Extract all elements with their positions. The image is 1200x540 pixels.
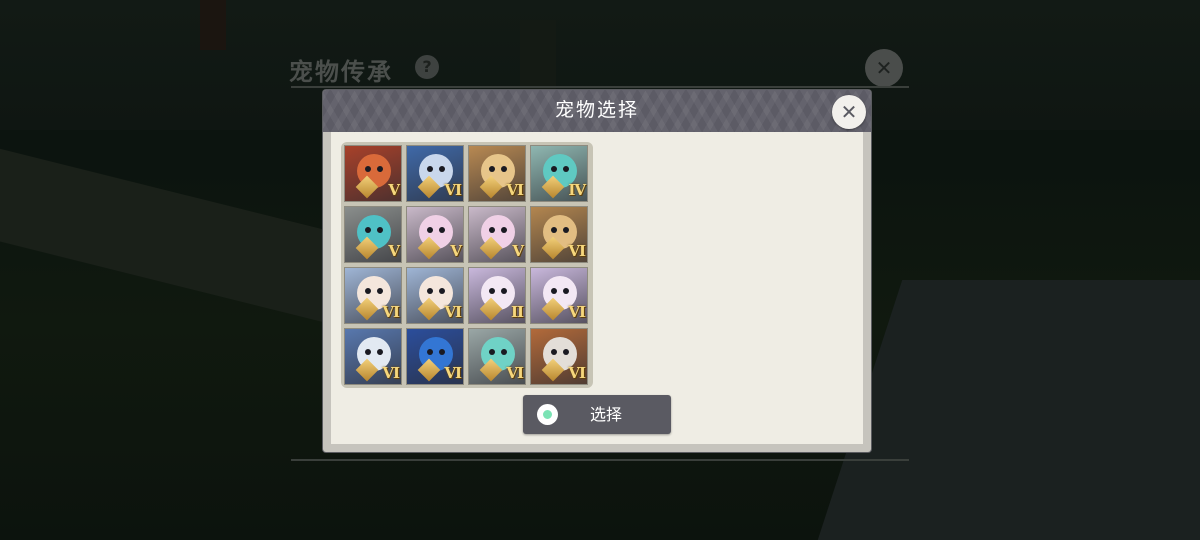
pet-eye — [551, 349, 557, 355]
scene-tree — [520, 20, 556, 90]
tier-label: IV — [568, 181, 586, 199]
pet-eye — [563, 227, 569, 233]
pet-slot[interactable]: IV — [530, 145, 588, 202]
select-button[interactable]: 选择 — [523, 395, 671, 434]
background-divider — [291, 459, 909, 461]
pet-eye — [377, 227, 383, 233]
tier-label: VI — [506, 181, 524, 199]
tier-label: VI — [506, 364, 524, 382]
pet-eye — [427, 288, 433, 294]
pet-slot[interactable]: VI — [406, 267, 464, 324]
pet-eye — [377, 166, 383, 172]
pet-eye — [377, 349, 383, 355]
background-panel-title: 宠物传承 — [289, 58, 393, 86]
pet-slot[interactable]: V — [344, 145, 402, 202]
pet-eye — [501, 349, 507, 355]
pet-slot[interactable]: V — [468, 206, 526, 263]
close-button[interactable]: ✕ — [832, 95, 866, 129]
tier-label: VI — [444, 364, 462, 382]
pet-eye — [489, 349, 495, 355]
pet-eye — [365, 227, 371, 233]
pet-eye — [377, 288, 383, 294]
tier-label: VI — [568, 303, 586, 321]
pet-slot[interactable]: VI — [468, 145, 526, 202]
pet-eye — [427, 227, 433, 233]
pet-eye — [501, 166, 507, 172]
tier-label: VI — [568, 242, 586, 260]
tier-label: VI — [444, 181, 462, 199]
pet-slot[interactable]: VI — [530, 328, 588, 385]
background-divider — [291, 86, 909, 88]
tier-label: V — [512, 242, 524, 260]
tier-label: VI — [382, 364, 400, 382]
pet-eye — [551, 227, 557, 233]
background-close-icon: ✕ — [865, 49, 903, 87]
help-icon: ? — [415, 55, 439, 79]
scene-tree — [200, 0, 226, 50]
pet-eye — [365, 166, 371, 172]
pet-eye — [551, 166, 557, 172]
pet-eye — [439, 227, 445, 233]
pet-eye — [365, 349, 371, 355]
select-button-label: 选择 — [589, 405, 622, 424]
pet-slot[interactable]: VI — [406, 145, 464, 202]
pet-slot[interactable]: VI — [344, 267, 402, 324]
tier-label: V — [388, 181, 400, 199]
pet-eye — [427, 166, 433, 172]
pet-eye — [489, 227, 495, 233]
pet-eye — [501, 288, 507, 294]
tier-label: V — [450, 242, 462, 260]
tier-label: II — [510, 303, 524, 321]
pet-eye — [563, 166, 569, 172]
tier-label: VI — [444, 303, 462, 321]
pet-slot[interactable]: V — [406, 206, 464, 263]
pet-slot[interactable]: VI — [530, 206, 588, 263]
pet-eye — [489, 166, 495, 172]
pet-slot[interactable]: II — [468, 267, 526, 324]
pet-slot[interactable]: V — [344, 206, 402, 263]
pet-eye — [439, 349, 445, 355]
pet-eye — [365, 288, 371, 294]
tier-label: VI — [568, 364, 586, 382]
radio-icon — [537, 404, 558, 425]
pet-eye — [563, 349, 569, 355]
tier-label: VI — [382, 303, 400, 321]
pet-eye — [427, 349, 433, 355]
pet-eye — [439, 166, 445, 172]
pet-slot[interactable]: VI — [406, 328, 464, 385]
scene-path — [817, 280, 1200, 540]
pet-slot[interactable]: VI — [530, 267, 588, 324]
pet-eye — [501, 227, 507, 233]
pet-grid: V VI VI IV V V V VI VI VI II VI VI VI VI VI — [341, 142, 593, 388]
pet-eye — [439, 288, 445, 294]
dialog-title: 宠物选择 — [554, 99, 639, 121]
tier-label: V — [388, 242, 400, 260]
pet-slot[interactable]: VI — [344, 328, 402, 385]
pet-eye — [489, 288, 495, 294]
pet-eye — [563, 288, 569, 294]
pet-eye — [551, 288, 557, 294]
pet-slot[interactable]: VI — [468, 328, 526, 385]
